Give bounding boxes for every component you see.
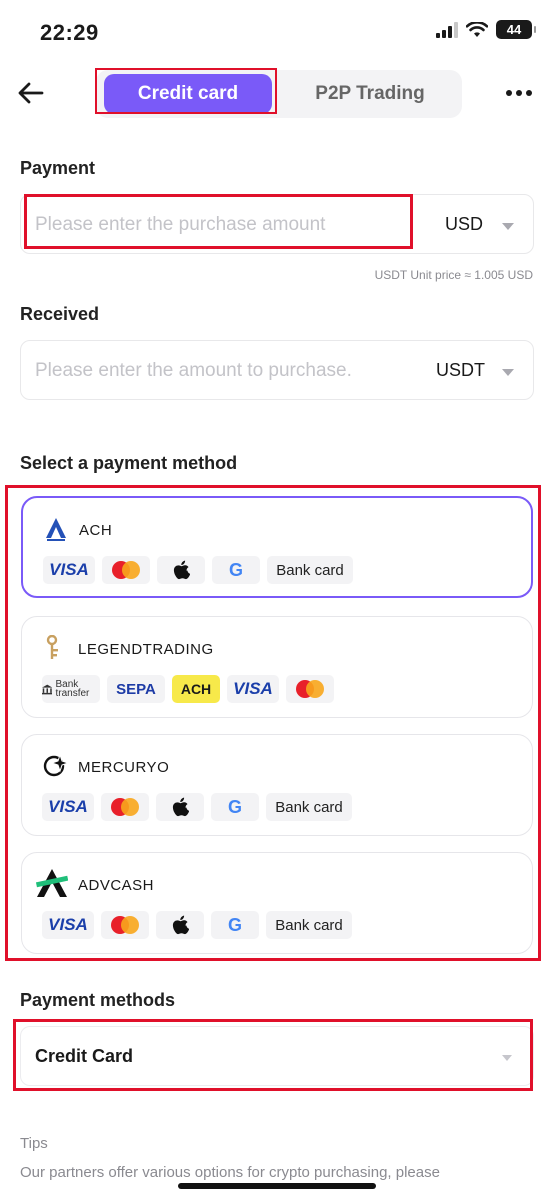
sepa-icon: SEPA	[107, 675, 165, 703]
provider-name: LEGENDTRADING	[78, 641, 214, 658]
received-currency-select[interactable]: USDT	[436, 360, 485, 381]
arrow-left-icon	[18, 82, 44, 104]
payment-options: Bank transfer SEPA ACH VISA	[42, 675, 334, 703]
highlight-box	[13, 1019, 533, 1091]
visa-icon: VISA	[42, 911, 94, 939]
ach-chip: ACH	[172, 675, 220, 703]
tips-text: Our partners offer various options for c…	[20, 1164, 440, 1181]
apple-pay-icon	[156, 793, 204, 821]
back-button[interactable]	[14, 76, 48, 110]
payment-methods-label: Payment methods	[20, 990, 176, 1010]
more-dot-icon	[516, 90, 522, 96]
provider-card-ach[interactable]: ACH VISA G Bank card	[21, 496, 533, 598]
caret-down-icon[interactable]	[502, 223, 514, 230]
select-payment-method-label: Select a payment method	[20, 453, 238, 473]
received-label: Received	[20, 304, 100, 324]
mastercard-icon	[286, 675, 334, 703]
caret-down-icon[interactable]	[502, 369, 514, 376]
status-bar: 22:29 44	[0, 0, 554, 64]
tab-p2p-trading[interactable]: P2P Trading	[286, 74, 454, 114]
visa-icon: VISA	[227, 675, 279, 703]
bank-card-chip: Bank card	[266, 793, 352, 821]
legendtrading-logo-icon	[46, 635, 58, 659]
tips-title: Tips	[20, 1135, 48, 1152]
mastercard-icon	[102, 556, 150, 584]
advcash-logo-icon	[36, 869, 68, 897]
provider-card-legendtrading[interactable]: LEGENDTRADING Bank transfer SEPA ACH VIS…	[21, 616, 533, 718]
more-options-button[interactable]	[504, 80, 534, 106]
status-icons: 44	[436, 20, 536, 39]
home-indicator[interactable]	[178, 1183, 376, 1189]
google-pay-icon: G	[211, 793, 259, 821]
visa-icon: VISA	[42, 793, 94, 821]
received-amount-input[interactable]: Please enter the amount to purchase.	[35, 360, 352, 382]
google-pay-icon: G	[212, 556, 260, 584]
payment-options: VISA G Bank card	[42, 793, 352, 821]
apple-pay-icon	[156, 911, 204, 939]
google-pay-icon: G	[211, 911, 259, 939]
bank-card-chip: Bank card	[267, 556, 353, 584]
bank-card-chip: Bank card	[266, 911, 352, 939]
highlight-box	[95, 68, 277, 114]
received-amount-field[interactable]: Please enter the amount to purchase. USD…	[20, 340, 534, 400]
provider-card-mercuryo[interactable]: MERCURYO VISA G Bank card	[21, 734, 533, 836]
apple-pay-icon	[157, 556, 205, 584]
tab-group: Credit card P2P Trading	[95, 68, 462, 118]
wifi-icon	[466, 21, 488, 37]
payment-options: VISA G Bank card	[43, 556, 353, 584]
ach-logo-icon	[46, 518, 66, 541]
payment-label: Payment	[20, 158, 96, 178]
payment-currency-select[interactable]: USD	[445, 214, 483, 235]
bank-transfer-icon: Bank transfer	[42, 675, 100, 703]
more-dot-icon	[506, 90, 512, 96]
mastercard-icon	[101, 793, 149, 821]
provider-card-advcash[interactable]: ADVCASH VISA G Bank card	[21, 852, 533, 954]
mastercard-icon	[101, 911, 149, 939]
mercuryo-logo-icon	[43, 753, 68, 777]
more-dot-icon	[526, 90, 532, 96]
provider-name: MERCURYO	[78, 759, 170, 776]
visa-icon: VISA	[43, 556, 95, 584]
nav-bar: Credit card P2P Trading	[0, 64, 554, 124]
battery-icon: 44	[496, 20, 536, 39]
highlight-box	[24, 194, 413, 249]
unit-price-text: USDT Unit price ≈ 1.005 USD	[374, 268, 533, 282]
signal-icon	[436, 21, 458, 38]
provider-name: ADVCASH	[78, 877, 155, 894]
status-time: 22:29	[40, 20, 99, 45]
provider-name: ACH	[79, 522, 113, 539]
payment-options: VISA G Bank card	[42, 911, 352, 939]
